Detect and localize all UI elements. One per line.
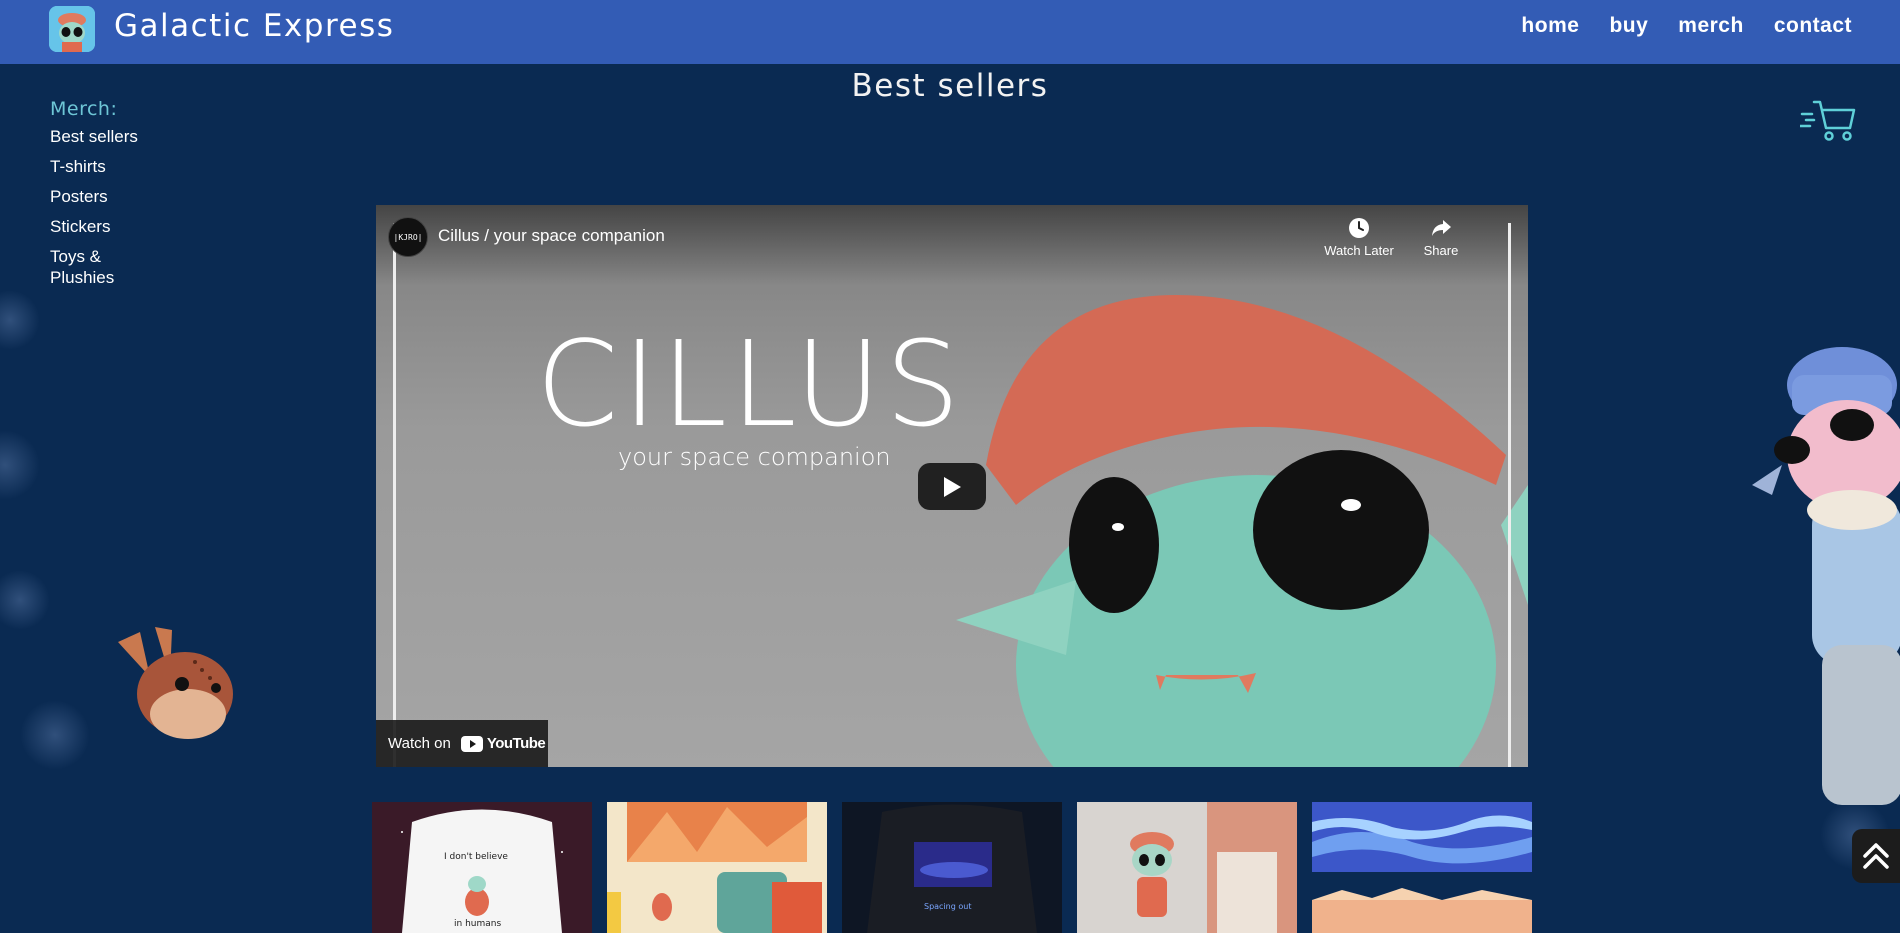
nav-merch[interactable]: merch <box>1678 14 1744 38</box>
page-title: Best sellers <box>851 68 1049 104</box>
brand-logo[interactable] <box>49 6 95 52</box>
nav-buy[interactable]: buy <box>1609 14 1648 38</box>
watch-later-label: Watch Later <box>1324 243 1394 258</box>
play-button[interactable] <box>918 463 986 510</box>
share-icon <box>1432 220 1451 236</box>
sidebar-item-best-sellers[interactable]: Best sellers <box>50 126 170 147</box>
background-bokeh <box>0 430 40 500</box>
cart-icon[interactable] <box>1798 98 1856 144</box>
floating-fish-illustration <box>118 627 233 739</box>
video-headline: CILLUS <box>536 315 965 453</box>
sidebar-item-stickers[interactable]: Stickers <box>50 216 170 237</box>
background-bokeh <box>20 700 90 770</box>
main-nav: home buy merch contact <box>1521 14 1852 38</box>
background-bokeh <box>0 290 40 350</box>
shirt-caption: I don't believe <box>444 852 508 862</box>
shirt-caption: Spacing out <box>924 902 972 911</box>
watch-later-button[interactable]: Watch Later <box>1319 217 1399 258</box>
sidebar-list: Best sellers T-shirts Posters Stickers T… <box>50 126 170 288</box>
video-frame-line <box>1508 223 1511 767</box>
top-navbar: Galactic Express home buy merch contact <box>0 0 1900 64</box>
scroll-to-top-button[interactable] <box>1852 829 1900 883</box>
sidebar-item-toys-plushies[interactable]: Toys & Plushies <box>50 246 120 288</box>
channel-avatar[interactable]: |KJRO| <box>388 217 428 257</box>
chevrons-up-icon <box>1863 843 1889 869</box>
share-label: Share <box>1423 243 1459 258</box>
brand-name[interactable]: Galactic Express <box>114 8 394 44</box>
product-thumbnail[interactable]: Spacing out <box>842 802 1062 933</box>
product-thumbnails: I don't believe in humans Spacing out <box>372 802 1532 933</box>
youtube-logo: YouTube <box>460 735 546 752</box>
clock-icon <box>1349 218 1369 238</box>
sidebar-item-tshirts[interactable]: T-shirts <box>50 156 170 177</box>
video-frame-line <box>393 223 396 767</box>
youtube-video-embed[interactable]: |KJRO| Cillus / your space companion Wat… <box>376 205 1528 767</box>
product-thumbnail[interactable] <box>607 802 827 933</box>
play-icon <box>944 476 961 497</box>
floating-alien-illustration <box>1752 347 1900 805</box>
nav-home[interactable]: home <box>1521 14 1579 38</box>
merch-sidebar: Merch: Best sellers T-shirts Posters Sti… <box>50 98 170 297</box>
share-button[interactable]: Share <box>1401 217 1481 258</box>
sidebar-item-posters[interactable]: Posters <box>50 186 170 207</box>
watch-on-youtube-button[interactable]: Watch on YouTube <box>376 720 548 767</box>
watch-on-label: Watch on <box>388 735 451 752</box>
product-thumbnail[interactable]: I don't believe in humans <box>372 802 592 933</box>
video-tagline: your space companion <box>618 443 891 471</box>
video-title[interactable]: Cillus / your space companion <box>438 226 665 246</box>
product-thumbnail[interactable] <box>1077 802 1297 933</box>
youtube-play-icon <box>460 735 483 752</box>
product-thumbnail[interactable] <box>1312 802 1532 933</box>
youtube-wordmark: YouTube <box>486 735 546 752</box>
shirt-caption: in humans <box>454 919 502 929</box>
background-bokeh <box>0 570 50 630</box>
sidebar-title: Merch: <box>50 98 118 120</box>
nav-contact[interactable]: contact <box>1774 14 1852 38</box>
